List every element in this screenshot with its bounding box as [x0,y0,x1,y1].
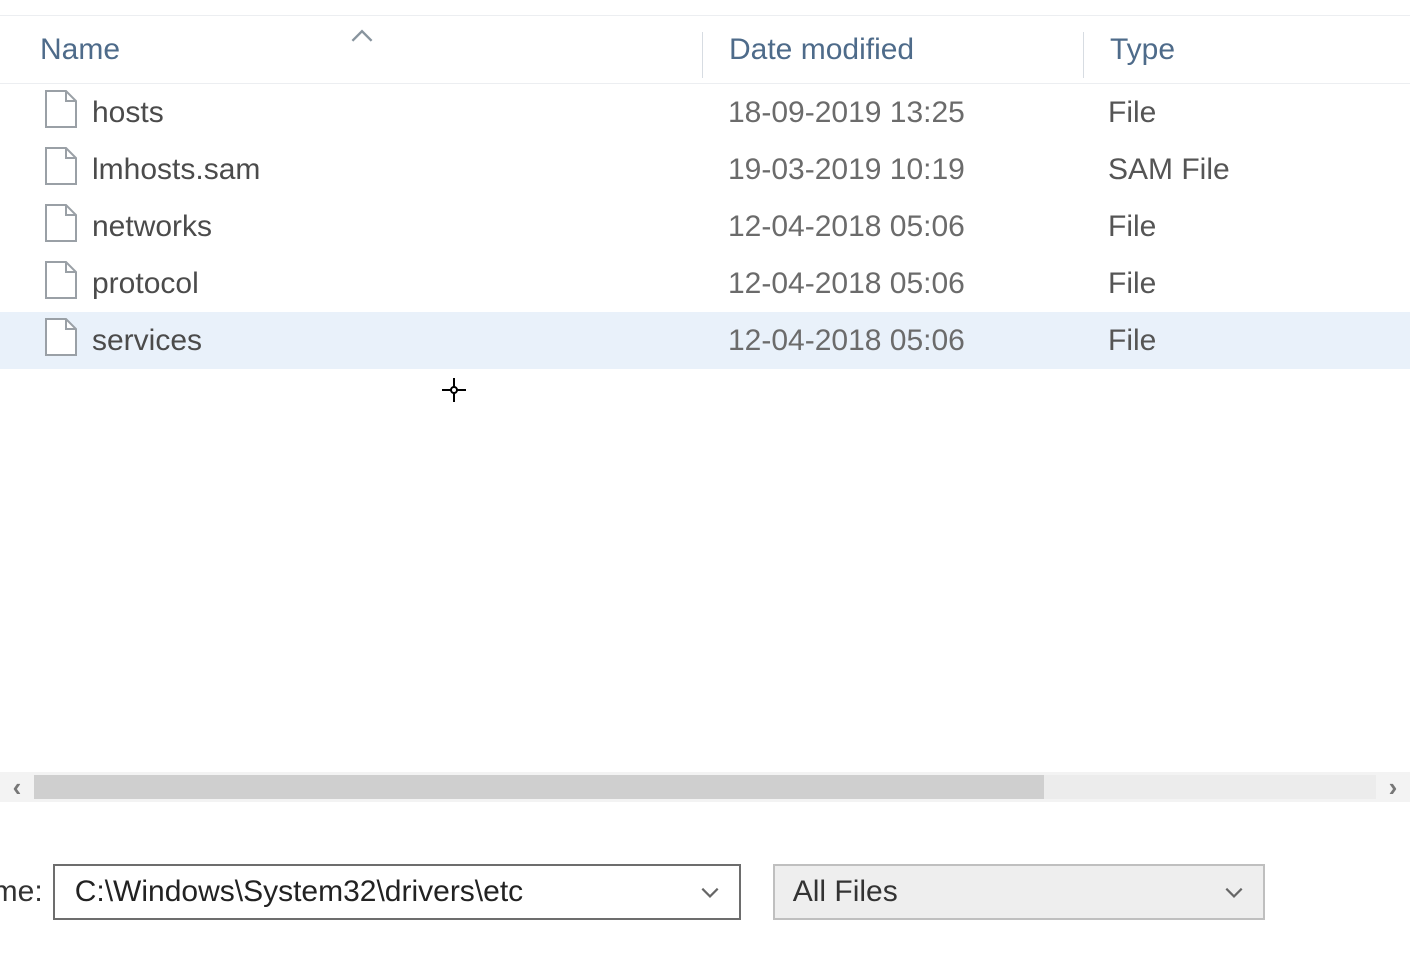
file-name-cell: lmhosts.sam [0,146,702,194]
file-row[interactable]: services 12-04-2018 05:06File [0,312,1410,369]
scroll-right-arrow-icon[interactable]: › [1376,772,1410,802]
file-icon [44,317,78,365]
column-header-date-label: Date modified [729,33,914,66]
column-header-type-label: Type [1110,33,1175,66]
file-type-filter[interactable]: All Files [773,864,1265,920]
sort-asc-icon [350,27,374,45]
filename-label: ame: [0,875,53,909]
chevron-down-icon[interactable] [1223,881,1245,903]
file-type-cell: File [1082,324,1410,358]
file-name-label: lmhosts.sam [92,153,260,187]
file-name-label: services [92,324,202,358]
file-icon [44,203,78,251]
file-date-cell: 12-04-2018 05:06 [702,210,1082,244]
file-name-cell: hosts [0,89,702,137]
file-date-cell: 12-04-2018 05:06 [702,324,1082,358]
column-header-name[interactable]: Name [0,33,702,67]
file-row[interactable]: lmhosts.sam 19-03-2019 10:19SAM File [0,141,1410,198]
file-name-cell: protocol [0,260,702,308]
file-type-cell: File [1082,96,1410,130]
file-row[interactable]: protocol 12-04-2018 05:06File [0,255,1410,312]
file-icon [44,89,78,137]
column-header-row: Name Date modified Type [0,16,1410,84]
scroll-left-arrow-icon[interactable]: ‹ [0,772,34,802]
file-icon [44,260,78,308]
file-name-label: networks [92,210,212,244]
file-name-label: protocol [92,267,199,301]
file-row[interactable]: networks 12-04-2018 05:06File [0,198,1410,255]
file-date-cell: 12-04-2018 05:06 [702,267,1082,301]
file-name-cell: networks [0,203,702,251]
file-type-cell: SAM File [1082,153,1410,187]
chevron-down-icon[interactable] [699,881,721,903]
filename-input[interactable] [73,874,699,910]
file-name-label: hosts [92,96,164,130]
file-list: hosts18-09-2019 13:25Filelmhosts.sam19-0… [0,84,1410,369]
column-header-date[interactable]: Date modified [703,33,1083,67]
file-name-cell: services [0,317,702,365]
file-date-cell: 18-09-2019 13:25 [702,96,1082,130]
column-header-name-label: Name [40,33,120,66]
horizontal-scrollbar[interactable]: ‹ › [0,772,1410,802]
scrollbar-thumb[interactable] [34,775,1044,799]
scrollbar-track[interactable] [34,775,1376,799]
crosshair-cursor-icon [442,378,466,402]
open-dialog-footer: ame: All Files [0,862,1410,922]
file-icon [44,146,78,194]
file-date-cell: 19-03-2019 10:19 [702,153,1082,187]
file-row[interactable]: hosts 18-09-2019 13:25File [0,84,1410,141]
file-type-filter-label: All Files [793,875,1223,909]
file-type-cell: File [1082,267,1410,301]
file-type-cell: File [1082,210,1410,244]
column-header-type[interactable]: Type [1084,33,1410,67]
filename-combobox[interactable] [53,864,741,920]
toolbar-strip [0,0,1410,16]
